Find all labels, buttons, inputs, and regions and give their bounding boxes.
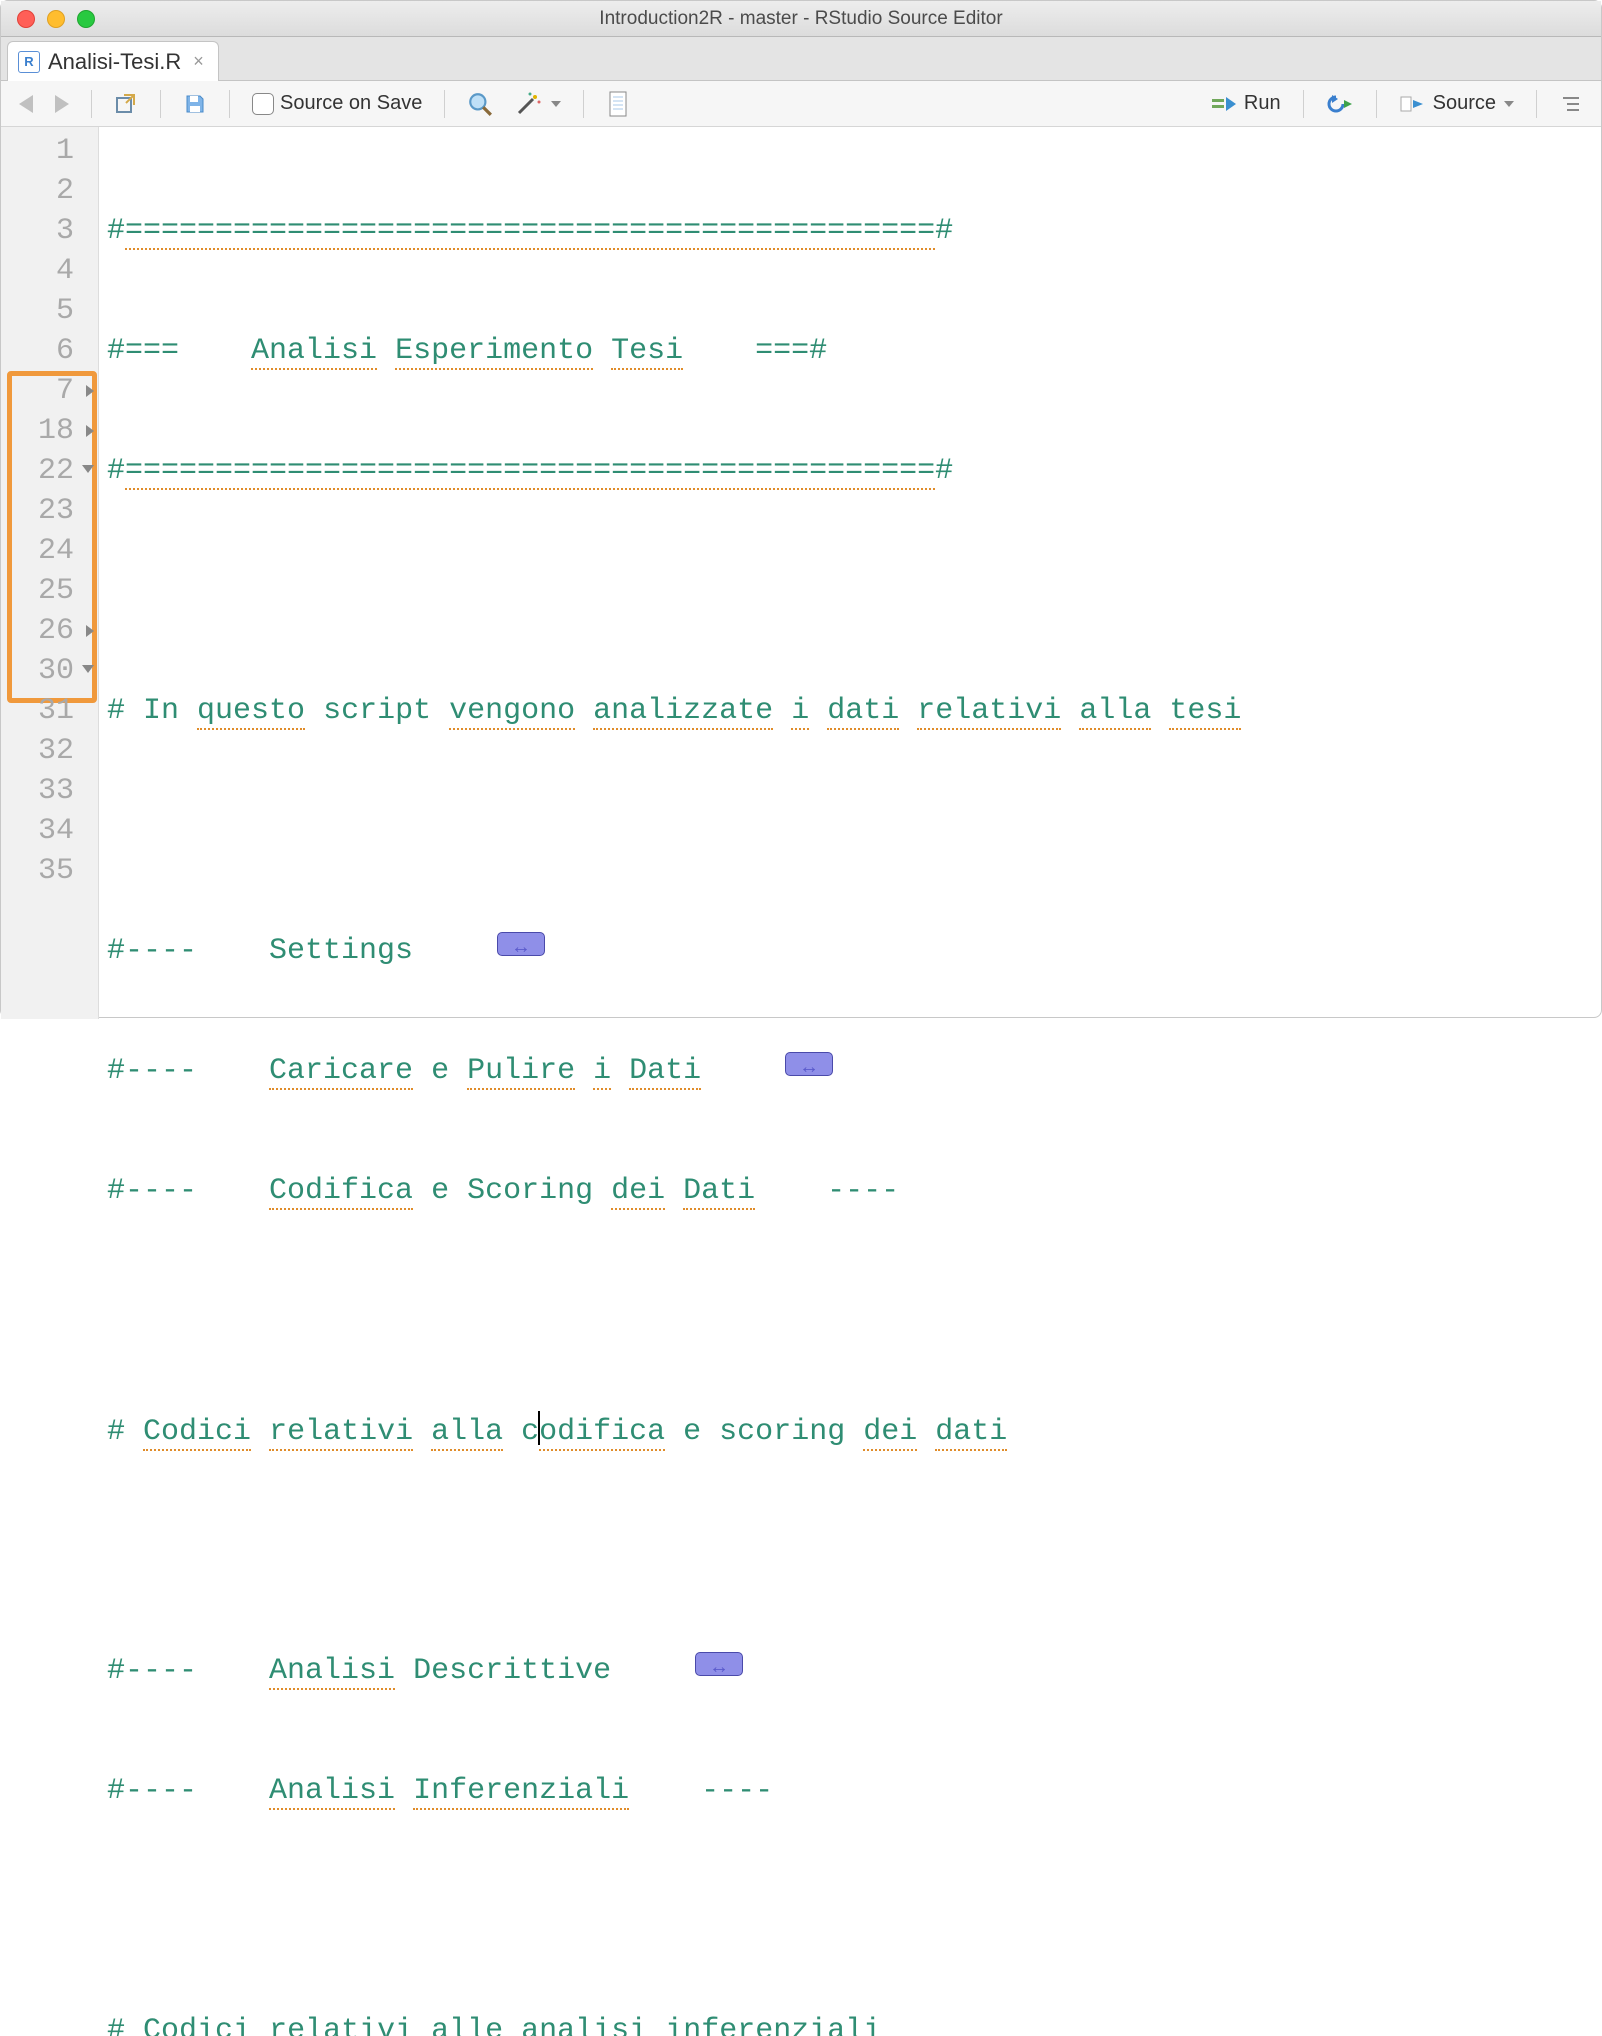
line-number: 22	[1, 451, 98, 491]
line-number: 26	[1, 611, 98, 651]
line-number: 6	[1, 331, 98, 371]
editor-toolbar: Source on Save Run Source	[1, 81, 1601, 127]
minimize-window-button[interactable]	[47, 10, 65, 28]
source-button[interactable]: Source	[1393, 88, 1520, 119]
fold-badge-icon[interactable]	[785, 1052, 833, 1076]
line-number: 4	[1, 251, 98, 291]
toolbar-separator	[229, 90, 230, 118]
fold-toggle-icon[interactable]	[86, 425, 94, 437]
rerun-icon	[1326, 93, 1354, 115]
line-number: 1	[1, 131, 98, 171]
source-on-save-toggle[interactable]: Source on Save	[246, 88, 428, 119]
line-number-gutter[interactable]: 1 2 3 4 5 6 7 18 22 23 24 25 26 30 31 32…	[1, 127, 99, 1019]
toolbar-separator	[1303, 90, 1304, 118]
rerun-button[interactable]	[1320, 89, 1360, 119]
fold-badge-icon[interactable]	[695, 1652, 743, 1676]
run-button[interactable]: Run	[1204, 88, 1287, 119]
line-number: 34	[1, 811, 98, 851]
traffic-lights	[1, 10, 95, 28]
line-number: 35	[1, 851, 98, 891]
popout-button[interactable]	[108, 88, 144, 120]
source-editor: 1 2 3 4 5 6 7 18 22 23 24 25 26 30 31 32…	[1, 127, 1601, 1019]
close-tab-icon[interactable]: ×	[189, 51, 204, 72]
chevron-down-icon	[1504, 101, 1514, 107]
toolbar-separator	[1536, 90, 1537, 118]
file-tab[interactable]: Analisi-Tesi.R ×	[7, 41, 219, 81]
checkbox-icon	[252, 93, 274, 115]
fold-toggle-icon[interactable]	[86, 385, 94, 397]
toolbar-separator	[583, 90, 584, 118]
line-number: 2	[1, 171, 98, 211]
window-title: Introduction2R - master - RStudio Source…	[1, 8, 1601, 30]
magic-wand-icon	[515, 91, 543, 117]
toolbar-separator	[444, 90, 445, 118]
source-label: Source	[1433, 92, 1496, 115]
line-number: 5	[1, 291, 98, 331]
line-number: 18	[1, 411, 98, 451]
save-button[interactable]	[177, 88, 213, 120]
chevron-down-icon	[551, 101, 561, 107]
source-on-save-label: Source on Save	[280, 92, 422, 115]
code-tools-button[interactable]	[509, 87, 567, 121]
line-number: 33	[1, 771, 98, 811]
nav-forward-button[interactable]	[49, 91, 75, 117]
source-arrow-icon	[1399, 93, 1427, 115]
code-area[interactable]: #=======================================…	[99, 127, 1601, 1019]
line-number: 31	[1, 691, 98, 731]
arrow-right-icon	[55, 95, 69, 113]
tab-strip: Analisi-Tesi.R ×	[1, 37, 1601, 81]
popout-icon	[114, 92, 138, 116]
r-file-icon	[18, 51, 40, 73]
fold-toggle-icon[interactable]	[86, 625, 94, 637]
line-number: 3	[1, 211, 98, 251]
close-window-button[interactable]	[17, 10, 35, 28]
notebook-icon	[606, 90, 630, 118]
toolbar-separator	[91, 90, 92, 118]
line-number: 30	[1, 651, 98, 691]
line-number: 32	[1, 731, 98, 771]
fold-toggle-icon[interactable]	[82, 665, 94, 673]
line-number: 25	[1, 571, 98, 611]
compile-report-button[interactable]	[600, 86, 636, 122]
nav-back-button[interactable]	[13, 91, 39, 117]
window-titlebar: Introduction2R - master - RStudio Source…	[1, 1, 1601, 37]
fold-toggle-icon[interactable]	[82, 465, 94, 473]
magnifier-icon	[467, 91, 493, 117]
line-number: 24	[1, 531, 98, 571]
find-replace-button[interactable]	[461, 87, 499, 121]
arrow-left-icon	[19, 95, 33, 113]
toolbar-separator	[1376, 90, 1377, 118]
toolbar-separator	[160, 90, 161, 118]
line-number: 7	[1, 371, 98, 411]
run-arrow-icon	[1210, 93, 1238, 115]
document-outline-button[interactable]	[1553, 89, 1589, 119]
tab-filename: Analisi-Tesi.R	[48, 49, 181, 75]
line-number: 23	[1, 491, 98, 531]
fold-badge-icon[interactable]	[497, 932, 545, 956]
floppy-disk-icon	[183, 92, 207, 116]
maximize-window-button[interactable]	[77, 10, 95, 28]
run-label: Run	[1244, 92, 1281, 115]
outline-icon	[1559, 93, 1583, 115]
